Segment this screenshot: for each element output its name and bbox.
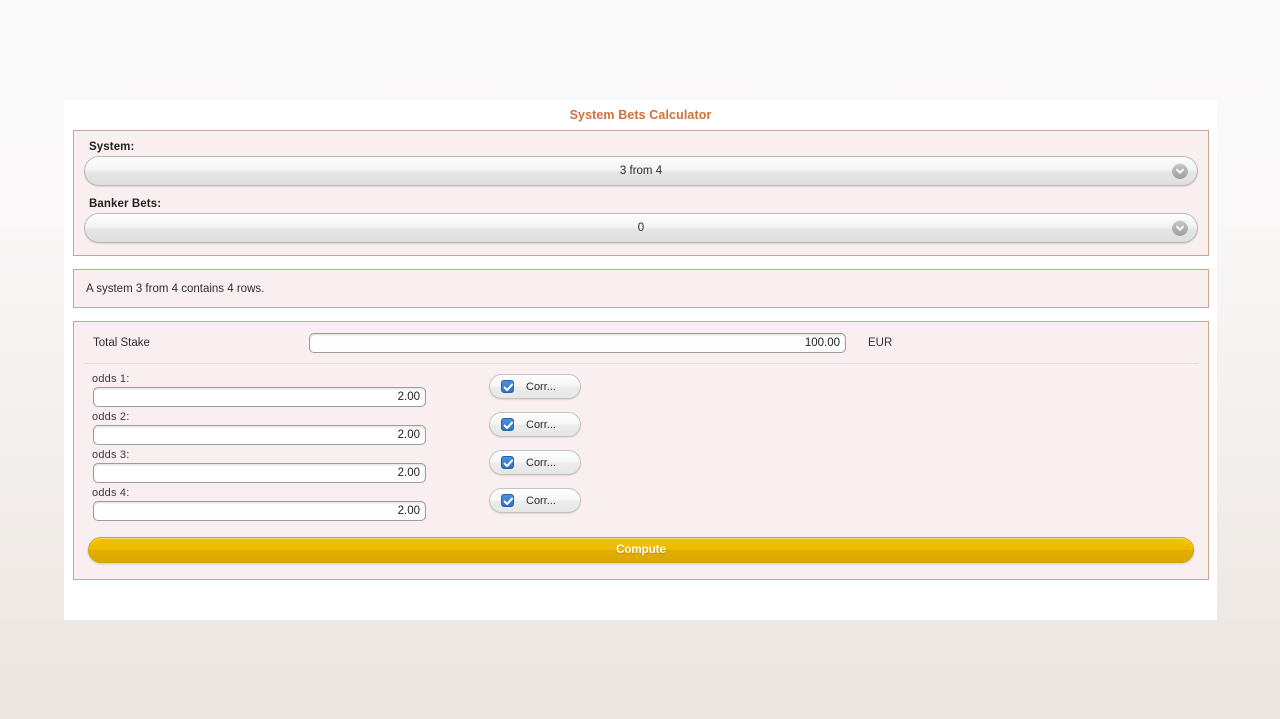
odds-row: odds 2: 2.00 Corr...	[84, 411, 1198, 445]
correlation-toggle[interactable]: Corr...	[489, 374, 581, 399]
odds-input[interactable]: 2.00	[93, 425, 426, 445]
correlation-toggle[interactable]: Corr...	[489, 450, 581, 475]
correlation-toggle[interactable]: Corr...	[489, 412, 581, 437]
chevron-down-icon[interactable]	[1172, 220, 1188, 236]
checkbox-checked-icon[interactable]	[501, 418, 514, 431]
odds-input[interactable]: 2.00	[93, 387, 426, 407]
currency-label: EUR	[868, 337, 892, 349]
correlation-label: Corr...	[526, 457, 556, 469]
banker-bets-label: Banker Bets:	[89, 198, 1198, 210]
correlation-label: Corr...	[526, 419, 556, 431]
system-label: System:	[89, 141, 1198, 153]
system-select[interactable]: 3 from 4	[84, 156, 1198, 186]
checkbox-checked-icon[interactable]	[501, 456, 514, 469]
odds-input[interactable]: 2.00	[93, 463, 426, 483]
bets-input-panel: Total Stake 100.00 EUR odds 1: 2.00 Corr..…	[73, 321, 1209, 580]
page-title: System Bets Calculator	[570, 108, 712, 122]
odds-input[interactable]: 2.00	[93, 501, 426, 521]
banker-bets-select[interactable]: 0	[84, 213, 1198, 243]
total-stake-row: Total Stake 100.00 EUR	[84, 333, 1198, 364]
system-settings-panel: System: 3 from 4 Banker Bets: 0	[73, 130, 1209, 256]
total-stake-input[interactable]: 100.00	[309, 333, 846, 353]
correlation-toggle[interactable]: Corr...	[489, 488, 581, 513]
banker-bets-select-value: 0	[85, 214, 1197, 242]
odds-label: odds 3:	[92, 449, 1198, 461]
correlation-label: Corr...	[526, 381, 556, 393]
system-info-panel: A system 3 from 4 contains 4 rows.	[73, 269, 1209, 308]
odds-row: odds 1: 2.00 Corr...	[84, 373, 1198, 407]
system-info-text: A system 3 from 4 contains 4 rows.	[86, 283, 264, 295]
browser-content-viewport: System Bets Calculator System: 3 from 4 …	[64, 100, 1217, 620]
total-stake-label: Total Stake	[84, 337, 309, 349]
compute-button[interactable]: Compute	[88, 537, 1194, 563]
calculator-page: System Bets Calculator System: 3 from 4 …	[64, 100, 1217, 580]
system-select-value: 3 from 4	[85, 157, 1197, 185]
page-title-bar: System Bets Calculator	[64, 100, 1217, 130]
odds-row: odds 4: 2.00 Corr...	[84, 487, 1198, 521]
correlation-label: Corr...	[526, 495, 556, 507]
odds-row: odds 3: 2.00 Corr...	[84, 449, 1198, 483]
checkbox-checked-icon[interactable]	[501, 380, 514, 393]
odds-list: odds 1:2.00Corr...odds 2:2.00Corr...odds…	[84, 373, 1198, 521]
odds-label: odds 4:	[92, 487, 1198, 499]
odds-label: odds 1:	[92, 373, 1198, 385]
chevron-down-icon[interactable]	[1172, 163, 1188, 179]
odds-label: odds 2:	[92, 411, 1198, 423]
checkbox-checked-icon[interactable]	[501, 494, 514, 507]
